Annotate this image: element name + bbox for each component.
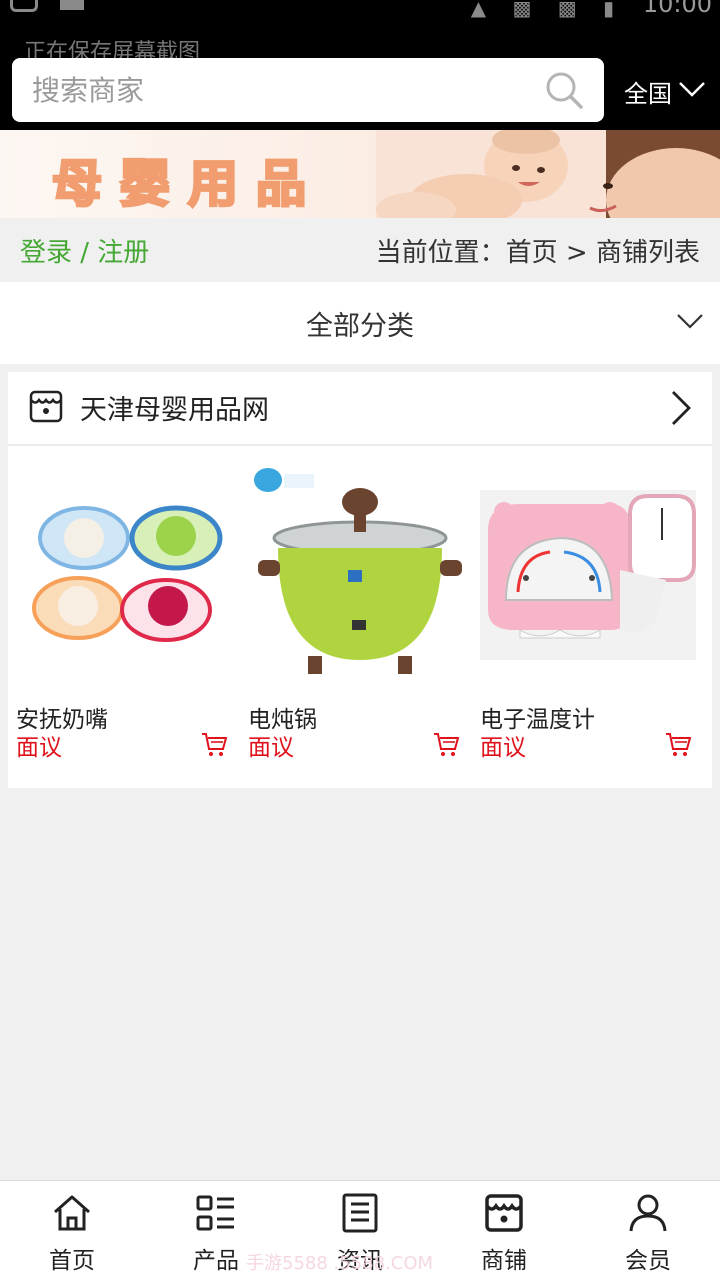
header: 全国 xyxy=(0,58,720,130)
home-icon[interactable] xyxy=(52,1193,92,1233)
shop-header[interactable]: 天津母婴用品网 xyxy=(8,372,712,446)
product-name[interactable]: 安抚奶嘴 xyxy=(16,700,232,733)
bottom-nav: 首页 产品 资讯 商铺 会员 手游5588 .5588.COM xyxy=(0,1180,720,1280)
cart-icon[interactable] xyxy=(200,730,228,758)
status-bar: ▲ ▩ ▩ ▮ 10:00 正在保存屏幕截图 xyxy=(0,0,720,58)
product-card[interactable]: 电子温度计 面议 xyxy=(480,460,696,761)
product-name[interactable]: 电炖锅 xyxy=(248,700,464,733)
banner[interactable]: 母婴用品 xyxy=(0,130,720,218)
cart-icon[interactable] xyxy=(664,730,692,758)
search-box[interactable] xyxy=(12,58,604,122)
product-name[interactable]: 电子温度计 xyxy=(480,700,696,733)
notification-icon xyxy=(60,0,84,10)
product-price: 面议 xyxy=(480,735,526,761)
login-register-link[interactable]: 登录 / 注册 xyxy=(20,232,149,269)
category-filter[interactable]: 全部分类 xyxy=(0,282,720,364)
banner-title: 母婴用品 xyxy=(51,154,324,215)
user-icon[interactable] xyxy=(628,1193,668,1233)
product-card[interactable]: 安抚奶嘴 面议 xyxy=(16,460,232,761)
product-price: 面议 xyxy=(16,735,62,761)
status-icons: ▲ ▩ ▩ ▮ xyxy=(470,0,624,20)
product-price: 面议 xyxy=(248,735,294,761)
pacifier-image[interactable] xyxy=(16,460,232,680)
shop-card: 天津母婴用品网 安抚奶嘴 面议 电炖锅 面议 电子温度计 面议 xyxy=(8,372,712,788)
category-label: 全部分类 xyxy=(306,311,414,342)
nav-label[interactable]: 商铺 xyxy=(432,1241,576,1275)
thermometer-image[interactable] xyxy=(480,460,696,680)
status-time: 10:00 xyxy=(642,0,712,18)
nav-item-stores[interactable]: 商铺 xyxy=(432,1181,576,1280)
nav-label[interactable]: 首页 xyxy=(0,1241,144,1275)
watermark: 手游5588 .5588.COM xyxy=(246,1253,434,1274)
slow-cooker-image[interactable] xyxy=(248,460,464,680)
breadcrumb: 当前位置：首页 > 商铺列表 xyxy=(375,238,700,268)
search-icon[interactable] xyxy=(544,70,584,110)
breadcrumb-bar: 登录 / 注册 当前位置：首页 > 商铺列表 xyxy=(0,218,720,280)
chevron-down-icon[interactable] xyxy=(678,80,706,98)
store-icon[interactable] xyxy=(484,1193,524,1233)
store-icon xyxy=(29,390,63,423)
shop-name[interactable]: 天津母婴用品网 xyxy=(80,388,269,427)
baby-mother-image xyxy=(376,130,720,218)
news-icon[interactable] xyxy=(340,1193,380,1233)
search-input[interactable] xyxy=(32,68,532,112)
product-card[interactable]: 电炖锅 面议 xyxy=(248,460,464,761)
nav-label[interactable]: 会员 xyxy=(576,1241,720,1275)
camera-icon xyxy=(10,0,38,12)
region-selector[interactable]: 全国 xyxy=(624,74,672,109)
nav-item-member[interactable]: 会员 xyxy=(576,1181,720,1280)
screenshot-notice: 正在保存屏幕截图 xyxy=(24,40,201,58)
chevron-right-icon[interactable] xyxy=(670,390,692,426)
list-icon[interactable] xyxy=(196,1193,236,1233)
cart-icon[interactable] xyxy=(432,730,460,758)
chevron-down-icon[interactable] xyxy=(676,312,704,330)
nav-item-home[interactable]: 首页 xyxy=(0,1181,144,1280)
